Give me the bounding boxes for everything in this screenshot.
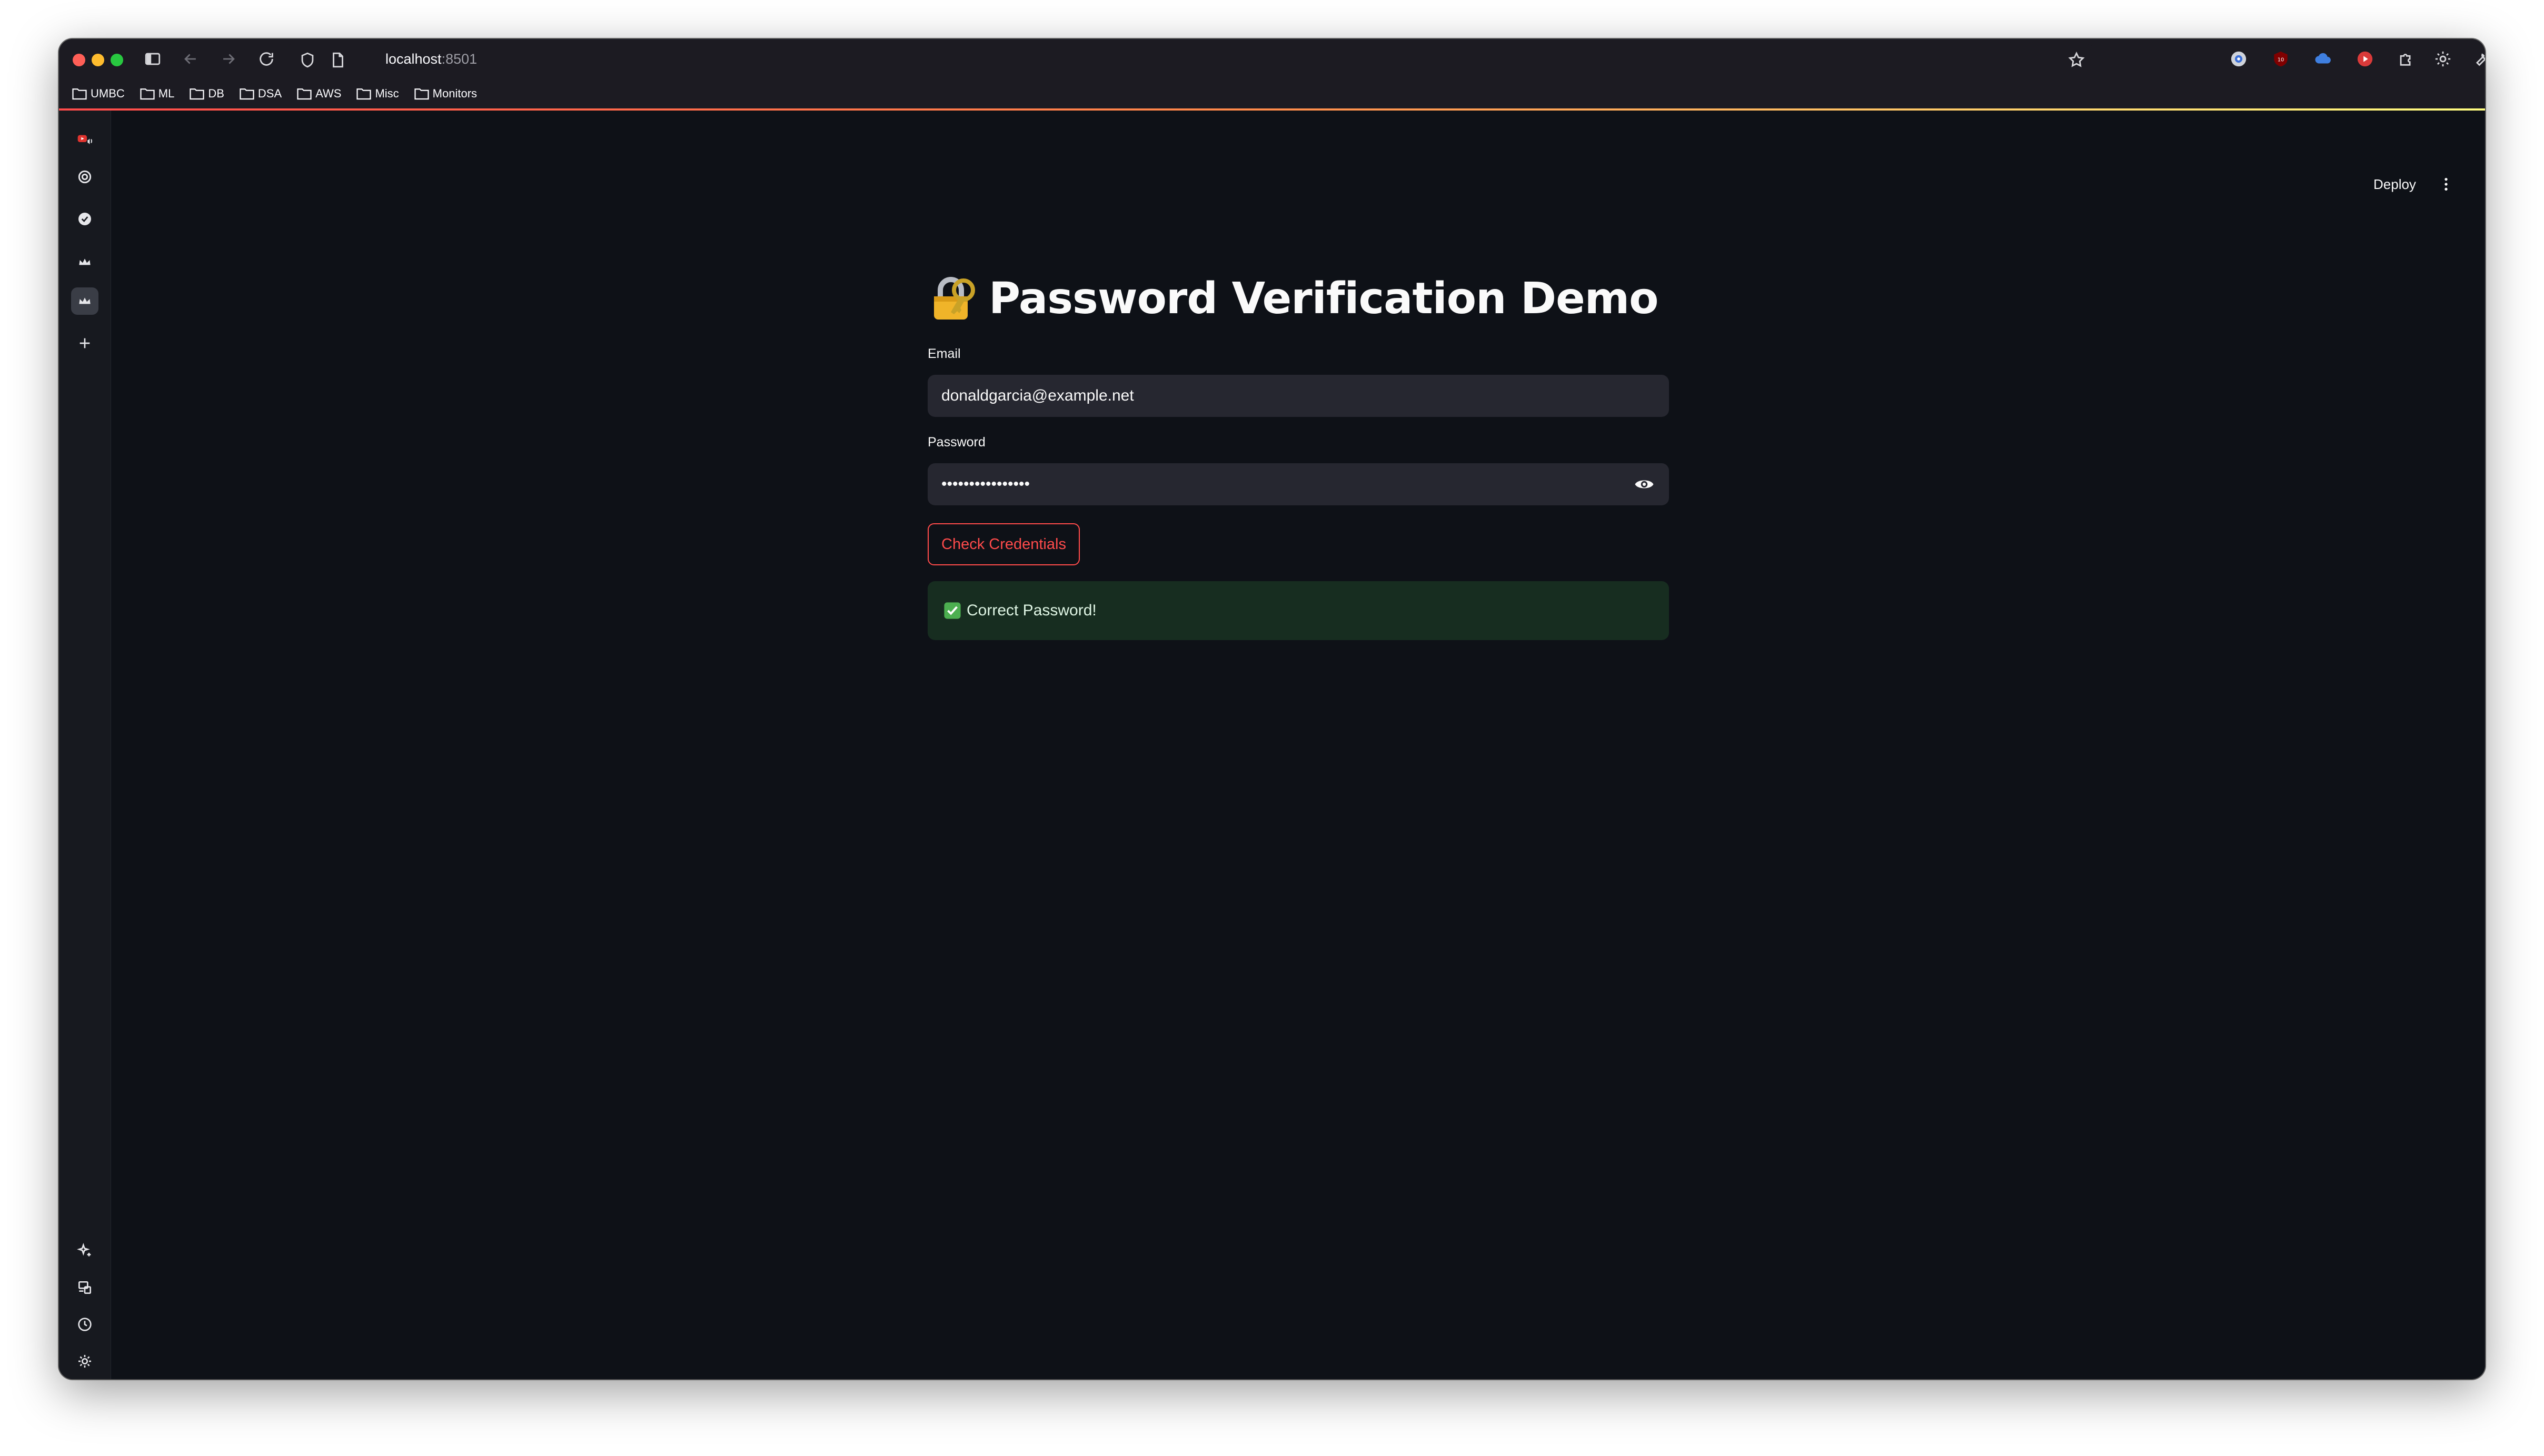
folder-icon <box>190 88 204 100</box>
svg-text:10: 10 <box>2278 57 2284 63</box>
address-bar[interactable] <box>285 44 2093 74</box>
bookmark-label: DB <box>208 87 224 100</box>
folder-icon <box>140 88 155 100</box>
video-player-extension-icon[interactable] <box>2353 47 2377 71</box>
password-field[interactable]: •••••••••••••••• <box>928 463 1669 505</box>
bookmark-folder-monitors[interactable]: Monitors <box>414 87 477 101</box>
success-alert: Correct Password! <box>928 581 1669 640</box>
folder-icon <box>240 88 254 100</box>
streamlit-crown-active-icon[interactable] <box>71 287 98 315</box>
sidebar-settings-gear-icon[interactable] <box>71 1348 98 1375</box>
success-alert-text: Correct Password! <box>967 602 1097 619</box>
page-title-text: Password Verification Demo <box>989 273 1659 324</box>
bookmark-label: Misc <box>375 87 399 100</box>
password-masked-value: •••••••••••••••• <box>941 475 1030 493</box>
green-checkmark-icon <box>944 602 961 619</box>
wrench-icon[interactable] <box>2469 47 2485 71</box>
folder-icon <box>356 88 372 100</box>
url-text[interactable]: localhost:8501 <box>385 48 477 69</box>
back-icon[interactable] <box>178 46 203 72</box>
youtube-audio-tab-icon[interactable] <box>71 126 98 154</box>
bookmark-folder-dsa[interactable]: DSA <box>239 87 282 101</box>
bookmark-label: DSA <box>257 87 282 100</box>
bookmark-folder-db[interactable]: DB <box>189 87 224 101</box>
email-label: Email <box>928 346 961 361</box>
bookmark-star-icon[interactable] <box>2064 47 2089 73</box>
settings-gear-icon[interactable] <box>2431 47 2454 71</box>
browser-window: localhost:8501 10 UMBC ML DB DSA AWS Mis… <box>59 39 2485 1379</box>
close-window-button[interactable] <box>73 54 85 66</box>
bookmark-label: ML <box>158 87 175 100</box>
folder-icon <box>414 88 429 100</box>
page-info-icon[interactable] <box>325 47 351 73</box>
email-field[interactable]: donaldgarcia@example.net <box>928 375 1669 417</box>
bookmark-label: AWS <box>315 87 342 100</box>
cloud-extension-icon[interactable] <box>2311 47 2334 71</box>
check-credentials-button[interactable]: Check Credentials <box>928 523 1080 565</box>
browser-sidebar <box>59 111 111 1379</box>
bookmarks-bar: UMBC ML DB DSA AWS Misc Monitors <box>59 79 2485 108</box>
streamlit-crown-icon[interactable] <box>71 248 98 276</box>
synced-devices-icon[interactable] <box>71 1274 98 1301</box>
extensions-puzzle-icon[interactable] <box>2394 47 2418 71</box>
tracking-protection-shield-icon[interactable] <box>295 47 320 73</box>
bookmark-label: Monitors <box>432 87 478 100</box>
forward-icon[interactable] <box>216 46 241 72</box>
streamlit-app: Deploy Password Verification Demo Email … <box>59 111 2485 1379</box>
bookmark-folder-umbc[interactable]: UMBC <box>72 87 125 101</box>
show-password-eye-icon[interactable] <box>1632 473 1656 496</box>
bookmark-folder-aws[interactable]: AWS <box>296 87 341 101</box>
deploy-button[interactable]: Deploy <box>2366 173 2423 196</box>
folder-icon <box>297 88 312 100</box>
chatgpt-tab-icon[interactable] <box>71 163 98 191</box>
bookmark-label: UMBC <box>91 87 125 100</box>
reload-icon[interactable] <box>254 46 279 72</box>
page-title: Password Verification Demo <box>928 270 1659 327</box>
main-menu-kebab-icon[interactable] <box>2434 173 2458 196</box>
sidebar-toggle-icon[interactable] <box>140 46 165 72</box>
perplexity-tab-icon[interactable] <box>71 205 98 233</box>
folder-icon <box>72 88 87 100</box>
bookmark-folder-ml[interactable]: ML <box>140 87 175 101</box>
bookmark-folder-misc[interactable]: Misc <box>356 87 399 101</box>
zoom-window-button[interactable] <box>111 54 123 66</box>
add-panel-plus-icon[interactable] <box>71 330 98 357</box>
extension-globe-icon[interactable] <box>2227 47 2250 71</box>
ublock-origin-icon[interactable]: 10 <box>2269 47 2292 71</box>
browser-toolbar: localhost:8501 10 <box>59 39 2485 79</box>
ai-sparkle-icon[interactable] <box>71 1237 98 1264</box>
history-clock-icon[interactable] <box>71 1311 98 1338</box>
locked-with-key-icon <box>934 277 975 320</box>
minimize-window-button[interactable] <box>92 54 104 66</box>
password-label: Password <box>928 435 986 450</box>
